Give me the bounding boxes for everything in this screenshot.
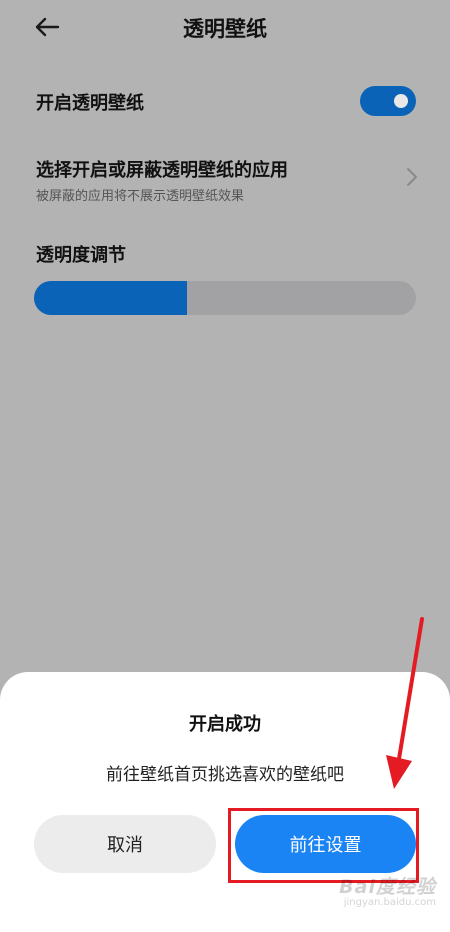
select-apps-subtitle: 被屏蔽的应用将不展示透明壁纸效果: [36, 189, 245, 204]
watermark-url: jingyan.baidu.com: [343, 897, 436, 908]
annotation-arrow-icon: [386, 617, 424, 789]
enable-transparent-wallpaper-label: 开启透明壁纸: [36, 93, 144, 114]
chevron-right-icon: [407, 168, 417, 186]
enable-transparent-wallpaper-row[interactable]: 开启透明壁纸: [36, 84, 416, 118]
select-apps-label: 选择开启或屏蔽透明壁纸的应用: [36, 160, 288, 181]
watermark: Bai度经验 jingyan.baidu.com: [339, 872, 436, 908]
select-apps-row[interactable]: 选择开启或屏蔽透明壁纸的应用 被屏蔽的应用将不展示透明壁纸效果: [36, 152, 420, 208]
enable-transparent-wallpaper-toggle[interactable]: [360, 86, 416, 116]
page-title: 透明壁纸: [183, 17, 267, 41]
watermark-brand: Bai度经验: [339, 876, 436, 898]
opacity-label: 透明度调节: [36, 245, 126, 266]
header: 透明壁纸: [0, 0, 450, 56]
cancel-button[interactable]: 取消: [34, 815, 216, 873]
opacity-slider-fill: [34, 281, 187, 315]
opacity-slider[interactable]: [34, 281, 416, 315]
toggle-knob: [394, 94, 408, 108]
